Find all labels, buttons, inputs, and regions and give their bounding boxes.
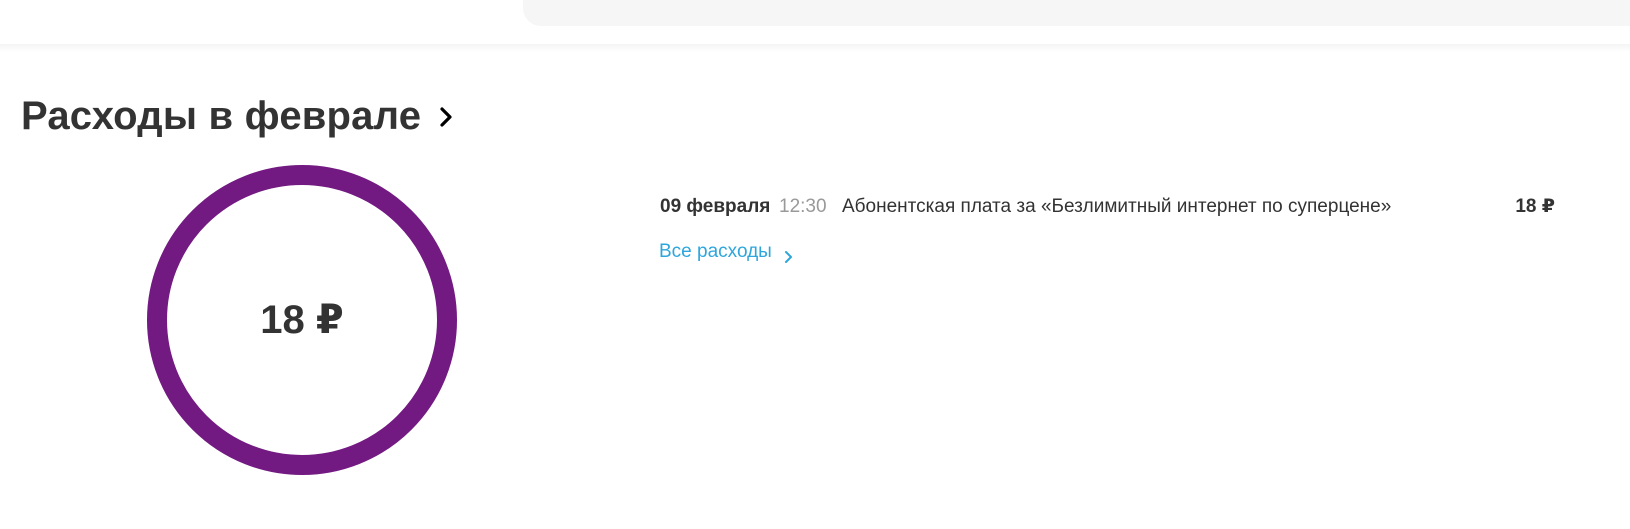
expense-amount: 18 ₽ (1515, 196, 1555, 217)
all-expenses-label: Все расходы (659, 241, 772, 262)
all-expenses-link[interactable]: Все расходы (659, 238, 793, 266)
expenses-donut-chart: 18 ₽ (146, 164, 458, 476)
section-divider (0, 44, 1630, 52)
expense-row[interactable]: 09 февраля 12:30 Абонентская плата за «Б… (660, 192, 1555, 222)
expense-list: 09 февраля 12:30 Абонентская плата за «Б… (660, 192, 1555, 222)
expenses-section-header[interactable]: Расходы в феврале (21, 94, 453, 139)
top-card-panel (523, 0, 1630, 26)
expense-description: Абонентская плата за «Безлимитный интерн… (842, 196, 1392, 217)
chevron-right-icon (784, 245, 793, 263)
donut-total-amount: 18 ₽ (260, 298, 344, 342)
expense-time: 12:30 (779, 196, 827, 217)
expense-date: 09 февраля (660, 196, 771, 217)
chevron-right-icon (439, 106, 453, 128)
section-title: Расходы в феврале (21, 94, 422, 138)
